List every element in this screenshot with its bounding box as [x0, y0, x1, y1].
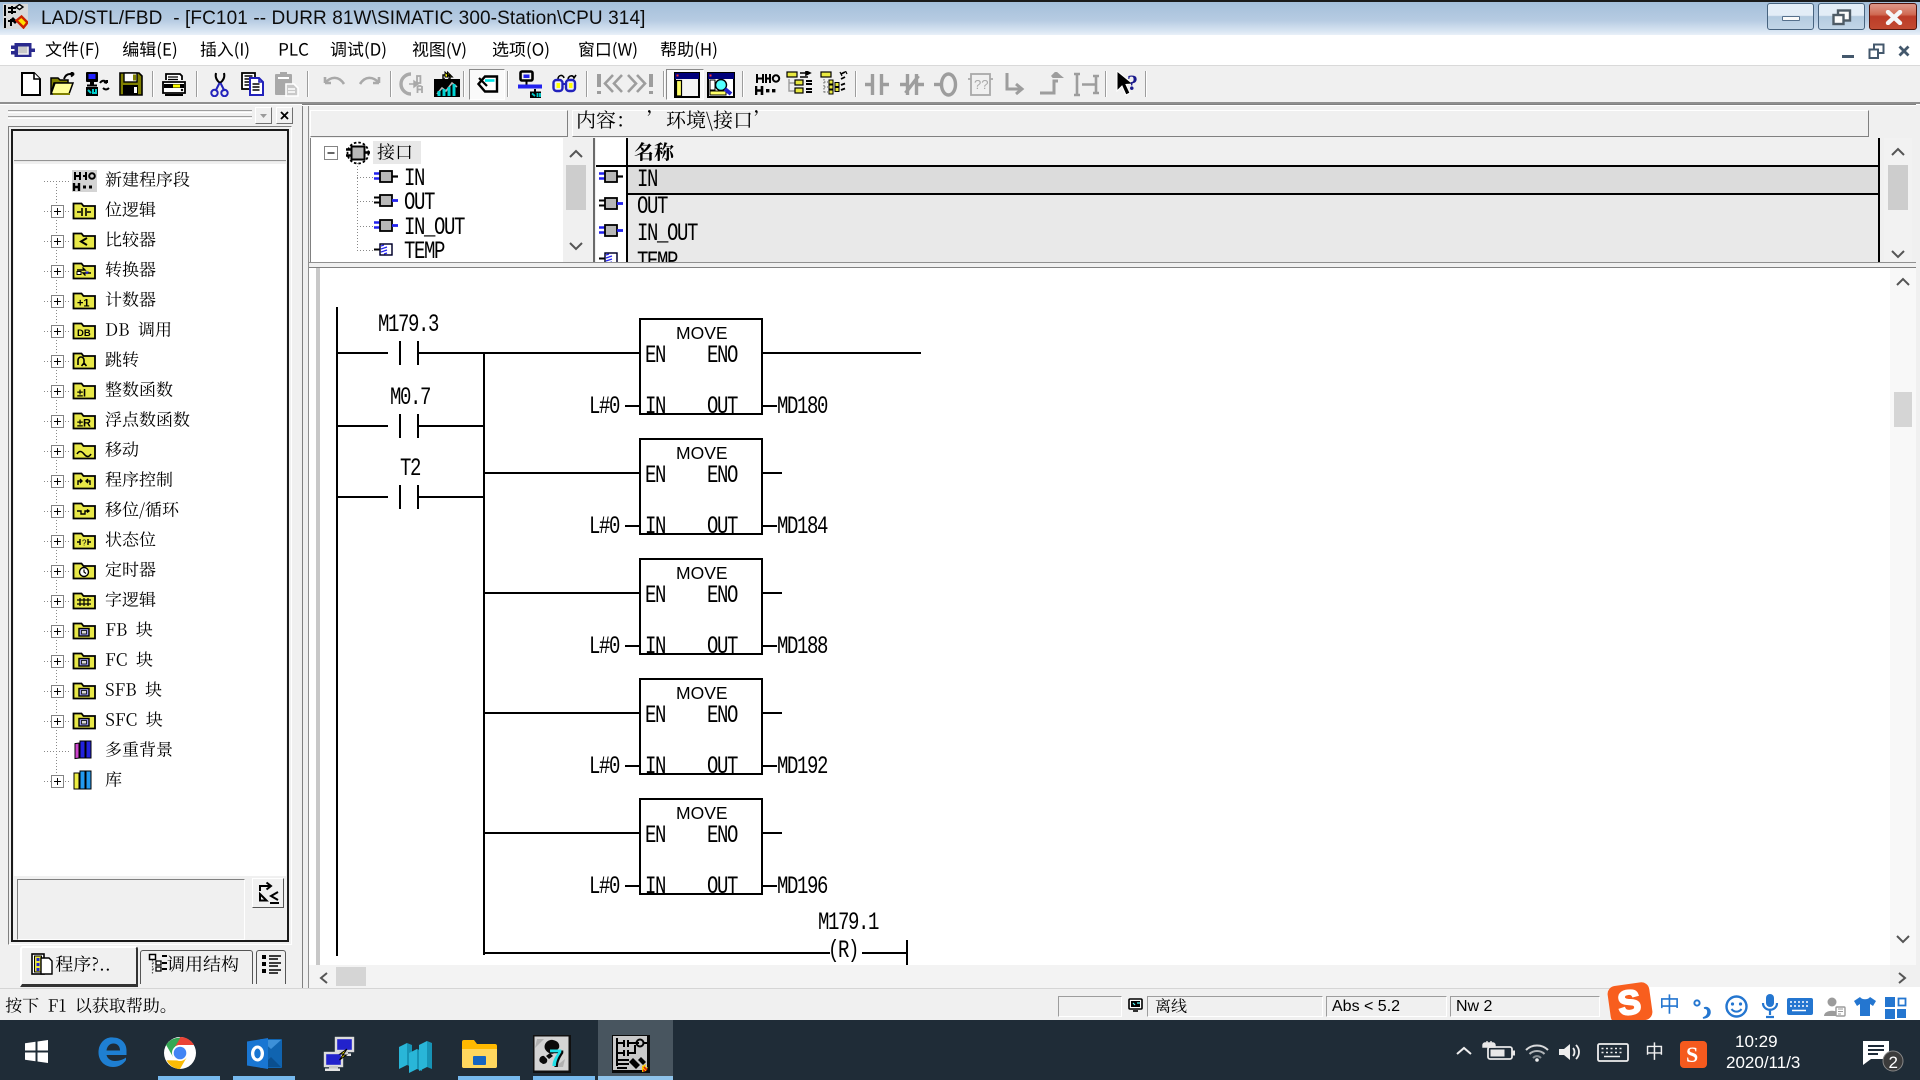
svg-text:7: 7	[549, 1045, 562, 1072]
svg-text:?: ?	[1127, 70, 1138, 95]
svg-text:DB: DB	[77, 328, 91, 339]
svg-text:±R: ±R	[77, 418, 91, 430]
svg-text:±I: ±I	[77, 388, 86, 400]
svg-text:+1: +1	[77, 298, 90, 310]
svg-text:?: ?	[82, 539, 87, 548]
svg-text:2: 2	[1889, 1053, 1898, 1072]
svg-text:??: ??	[974, 77, 988, 92]
